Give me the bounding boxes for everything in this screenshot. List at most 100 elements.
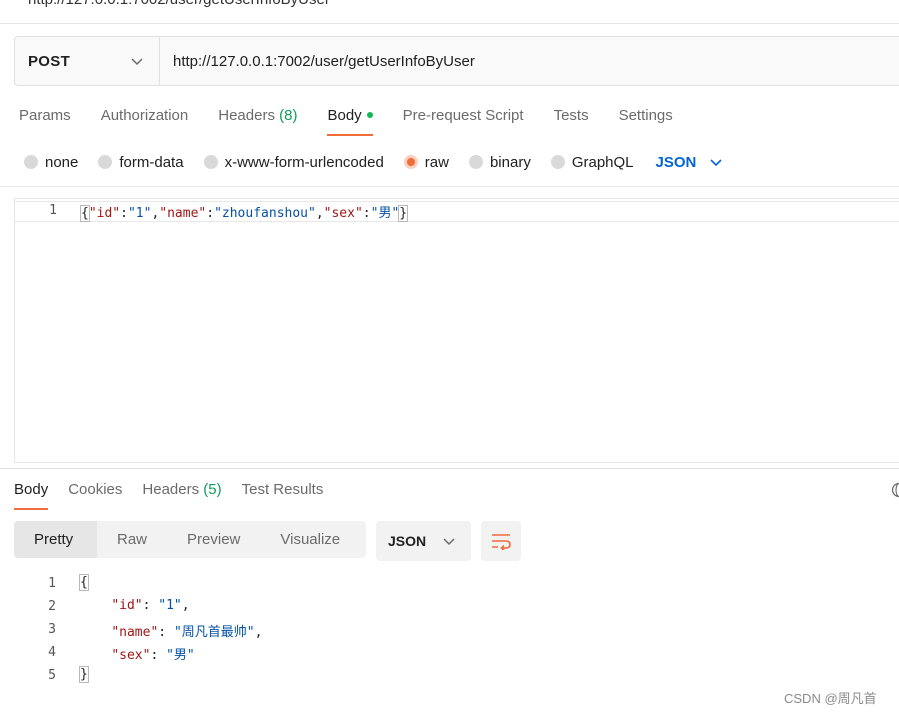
radio-circle: [203, 155, 218, 169]
json-key: "id": [111, 598, 143, 613]
radio-binary[interactable]: binary: [468, 153, 531, 171]
body-type-options: none form-data x-www-form-urlencoded raw…: [24, 150, 724, 174]
tab-prerequest-script[interactable]: Pre-request Script: [403, 104, 524, 136]
wrap-lines-icon: [492, 534, 511, 550]
colon: :: [206, 206, 215, 221]
colon: :: [362, 206, 371, 221]
tab-body[interactable]: Body: [327, 104, 373, 136]
response-tab-body[interactable]: Body: [14, 478, 49, 510]
wrap-lines-button[interactable]: [481, 521, 521, 561]
brace-close: }: [398, 205, 409, 222]
tab-authorization-label: Authorization: [100, 107, 189, 124]
radio-urlencoded-label: x-www-form-urlencoded: [224, 153, 384, 171]
response-view-modes: Pretty Raw Preview Visualize: [14, 521, 366, 558]
comma: ,: [315, 206, 324, 221]
body-language-label: JSON: [655, 153, 697, 171]
colon: :: [120, 206, 128, 221]
radio-graphql[interactable]: GraphQL: [550, 153, 634, 171]
url-input[interactable]: [160, 37, 899, 85]
method-select[interactable]: POST: [15, 37, 160, 85]
radio-raw-label: raw: [424, 153, 449, 171]
response-tab-cookies-label: Cookies: [68, 481, 123, 498]
tab-settings[interactable]: Settings: [619, 104, 673, 136]
chevron-down-icon: [443, 538, 455, 546]
line-number: 3: [48, 622, 56, 637]
json-value: "1": [127, 206, 152, 221]
line-number: 1: [49, 203, 57, 218]
chevron-down-icon: [710, 159, 722, 167]
body-active-dot: [366, 112, 373, 118]
previous-request-url-strip: http://127.0.0.1:7002/user/getUserInfoBy…: [0, 0, 899, 24]
globe-icon[interactable]: [891, 482, 899, 498]
radio-circle: [550, 155, 565, 169]
tab-params[interactable]: Params: [19, 104, 71, 136]
response-tab-test-results-label: Test Results: [241, 481, 324, 498]
radio-form-data[interactable]: form-data: [98, 153, 184, 171]
request-tabs: Params Authorization Headers (8) Body Pr…: [19, 104, 703, 136]
radio-circle-selected: [403, 155, 418, 169]
tab-tests[interactable]: Tests: [554, 104, 589, 136]
response-line: 4 "sex": "男": [14, 643, 614, 666]
response-tab-headers[interactable]: Headers (5): [142, 478, 221, 510]
response-tab-test-results[interactable]: Test Results: [242, 478, 324, 510]
radio-circle: [24, 155, 38, 169]
response-line-code: "sex": "男": [80, 644, 195, 663]
request-body-editor[interactable]: 1 {"id":"1","name":"zhoufanshou","sex":"…: [14, 198, 899, 463]
line-number: 2: [48, 599, 56, 614]
radio-raw[interactable]: raw: [403, 153, 449, 171]
tab-headers-label: Headers: [218, 107, 275, 124]
radio-binary-label: binary: [489, 153, 531, 171]
response-tab-headers-label: Headers: [142, 481, 200, 498]
json-value: "男": [370, 206, 400, 221]
json-key: "sex": [111, 648, 151, 663]
radio-circle: [98, 155, 113, 169]
response-headers-count: (5): [203, 481, 222, 498]
radio-circle: [468, 155, 483, 169]
colon: :: [158, 625, 174, 640]
response-format-select[interactable]: JSON: [376, 521, 471, 561]
response-tab-body-label: Body: [14, 481, 49, 498]
view-preview-button[interactable]: Preview: [167, 521, 260, 558]
body-language-select[interactable]: JSON: [656, 154, 725, 171]
response-line-code: {: [79, 574, 89, 591]
previous-request-url: http://127.0.0.1:7002/user/getUserInfoBy…: [28, 0, 330, 8]
radio-form-data-label: form-data: [119, 153, 184, 171]
radio-graphql-label: GraphQL: [571, 153, 634, 171]
brace-open: {: [79, 574, 89, 591]
json-value: "男": [166, 648, 195, 663]
watermark: CSDN @周凡首: [784, 691, 877, 706]
comma: ,: [181, 598, 190, 613]
tab-settings-label: Settings: [618, 107, 673, 124]
line-number: 5: [48, 668, 56, 683]
response-line-code: "name": "周凡首最帅",: [80, 621, 262, 640]
tab-authorization[interactable]: Authorization: [101, 104, 189, 136]
json-key: "sex": [323, 206, 363, 221]
json-value: "周凡首最帅": [173, 625, 255, 640]
view-raw-button[interactable]: Raw: [97, 521, 167, 558]
radio-urlencoded[interactable]: x-www-form-urlencoded: [203, 153, 384, 171]
chevron-down-icon: [131, 58, 143, 66]
response-line: 3 "name": "周凡首最帅",: [14, 620, 614, 643]
tab-body-label: Body: [327, 107, 362, 124]
json-key: "name": [159, 206, 207, 221]
tab-prerequest-label: Pre-request Script: [402, 107, 524, 124]
response-line: 2 "id": "1",: [14, 597, 614, 620]
comma: ,: [254, 625, 263, 640]
divider: [0, 186, 899, 187]
radio-none[interactable]: none: [24, 154, 78, 171]
response-body-viewer[interactable]: 1{ 2 "id": "1", 3 "name": "周凡首最帅", 4 "se…: [14, 574, 614, 690]
colon: :: [150, 648, 167, 663]
headers-count: (8): [279, 107, 298, 124]
response-format-label: JSON: [388, 533, 427, 549]
request-bar: POST: [14, 36, 899, 86]
brace-open: {: [80, 205, 90, 222]
line-number: 4: [48, 645, 56, 660]
response-tab-cookies[interactable]: Cookies: [68, 478, 122, 510]
brace-close: }: [79, 666, 89, 683]
view-pretty-button[interactable]: Pretty: [14, 521, 97, 558]
view-visualize-button[interactable]: Visualize: [260, 521, 360, 558]
line-number: 1: [48, 576, 56, 591]
request-body-code: {"id":"1","name":"zhoufanshou","sex":"男"…: [80, 202, 409, 222]
tab-headers[interactable]: Headers (8): [218, 104, 297, 136]
response-line: 1{: [14, 574, 614, 597]
